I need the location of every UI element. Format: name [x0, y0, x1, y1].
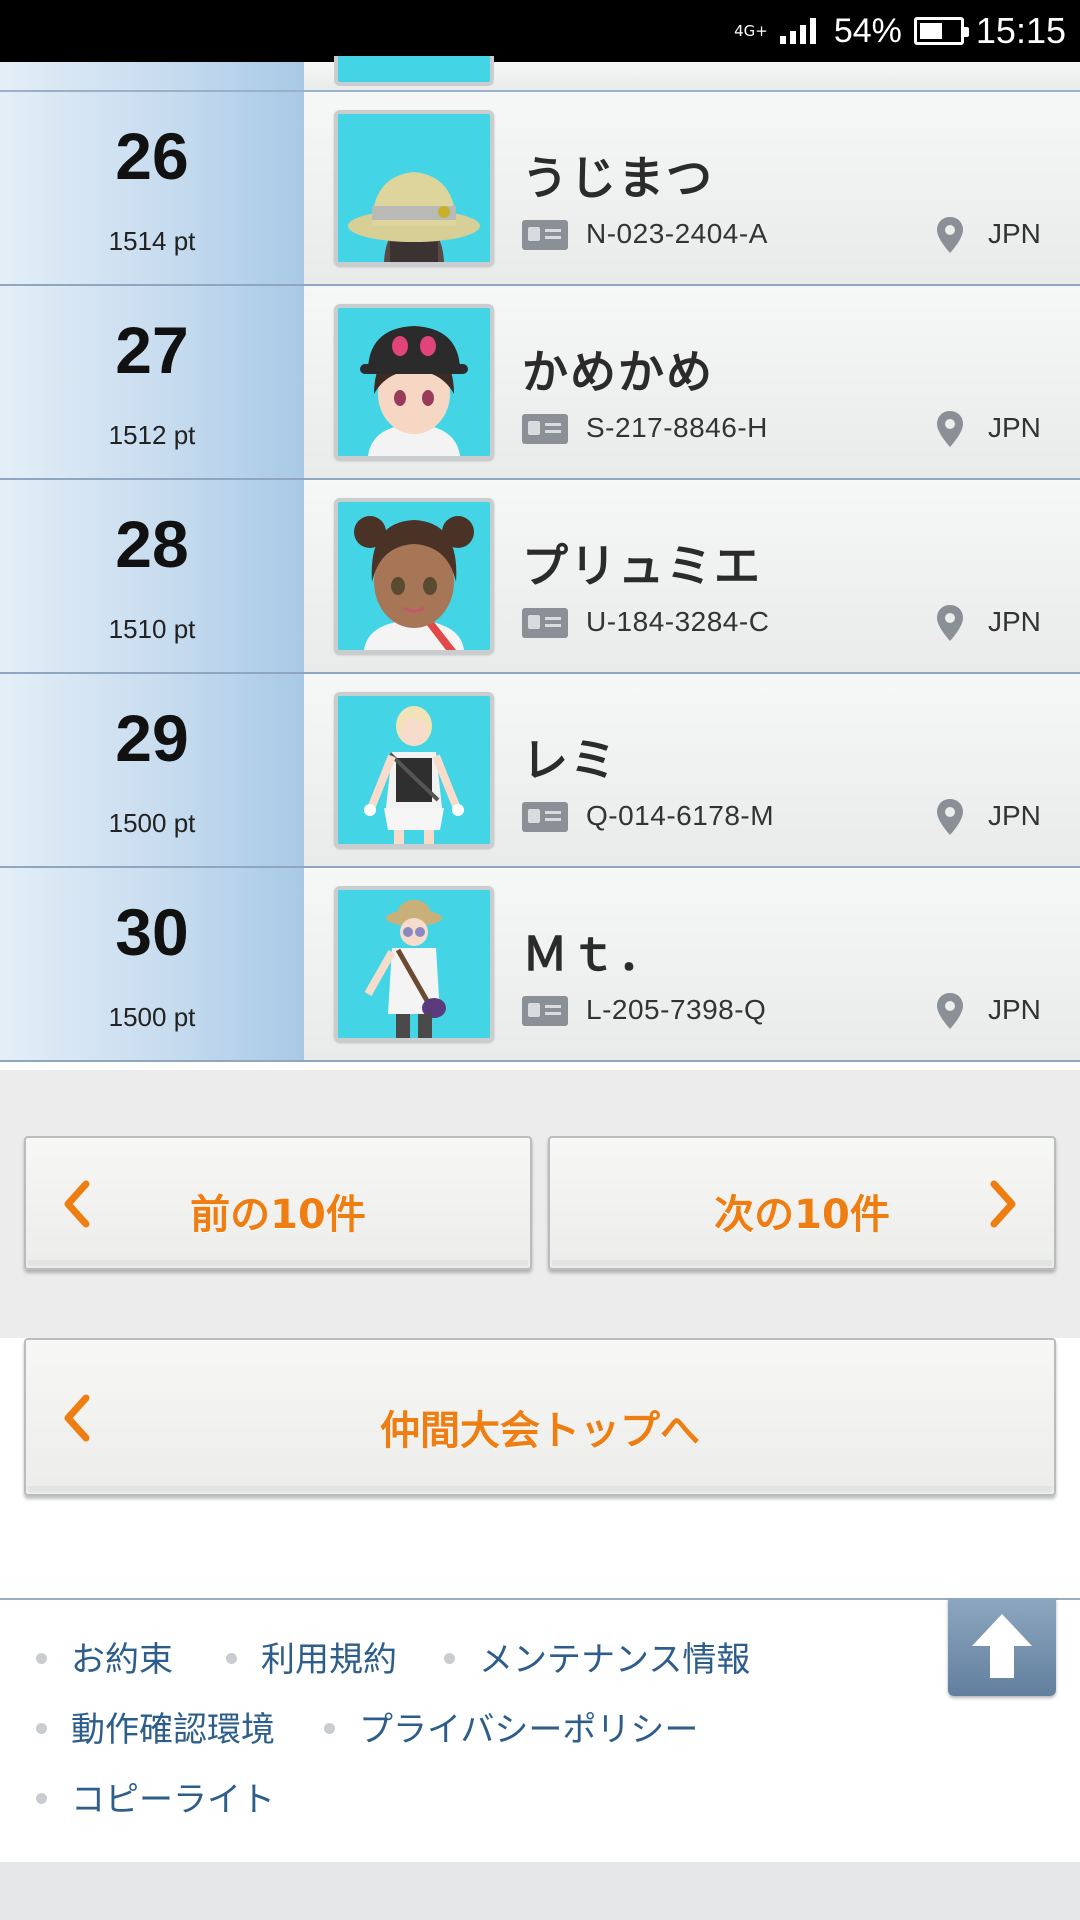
ranking-list: 26 1514 pt うじまつ N-023-2404-A JPN 27 1512… — [0, 56, 1080, 1062]
trainer-name: うじまつ — [522, 151, 714, 205]
trainer-region: JPN — [988, 606, 1041, 637]
trainer-avatar — [334, 304, 494, 460]
id-card-icon — [522, 996, 568, 1026]
rank-points: 1512 pt — [108, 420, 196, 450]
id-card-icon — [522, 608, 568, 638]
footer-divider — [0, 1598, 1080, 1600]
trainer-id: L-205-7398-Q — [586, 994, 767, 1025]
scroll-to-top-button[interactable] — [948, 1598, 1056, 1696]
next-page-label: 次の10件 — [714, 1192, 890, 1238]
rank-number: 28 — [115, 507, 189, 581]
trainer-name: Ｍｔ． — [522, 927, 666, 981]
rank-points: 1500 pt — [108, 808, 196, 838]
rank-number: 26 — [115, 119, 189, 193]
ranking-row[interactable]: 28 1510 pt プリュミエ U-184-3284-C JPN — [0, 480, 1080, 674]
trainer-name: プリュミエ — [522, 539, 762, 593]
trainer-avatar — [334, 110, 494, 266]
ranking-row[interactable]: 29 1500 pt レミ Q-014-6178-M JPN — [0, 674, 1080, 868]
footer-link-privacy[interactable]: プライバシーポリシー — [324, 1702, 698, 1751]
location-pin-icon — [937, 993, 963, 1029]
id-card-icon — [522, 220, 568, 250]
footer-link-environment[interactable]: 動作確認環境 — [36, 1702, 275, 1751]
location-pin-icon — [937, 605, 963, 641]
arrow-up-icon — [972, 1614, 1032, 1678]
id-card-icon — [522, 802, 568, 832]
footer-link-maintenance[interactable]: メンテナンス情報 — [444, 1632, 750, 1681]
rank-number: 27 — [115, 313, 189, 387]
trainer-id: S-217-8846-H — [586, 412, 768, 443]
location-pin-icon — [937, 799, 963, 835]
trainer-avatar — [334, 56, 494, 86]
rank-points: 1500 pt — [108, 1002, 196, 1032]
trainer-id: U-184-3284-C — [586, 606, 770, 637]
location-pin-icon — [937, 411, 963, 447]
trainer-name: かめかめ — [522, 345, 714, 399]
signal-icon — [779, 18, 816, 44]
location-pin-icon — [937, 217, 963, 253]
rank-number: 30 — [115, 895, 189, 969]
rank-number: 29 — [115, 701, 189, 775]
trainer-avatar — [334, 886, 494, 1042]
footer-link-promise[interactable]: お約束 — [36, 1632, 173, 1681]
trainer-region: JPN — [988, 994, 1041, 1025]
clock: 15:15 — [975, 10, 1066, 51]
trainer-avatar — [334, 498, 494, 654]
ranking-row[interactable]: 27 1512 pt かめかめ S-217-8846-H JPN — [0, 286, 1080, 480]
battery-icon — [913, 17, 969, 45]
trainer-region: JPN — [988, 800, 1041, 831]
footer-link-copyright[interactable]: コピーライト — [36, 1772, 275, 1821]
status-bar: 4G+ 54% 15:15 — [0, 0, 1080, 62]
footer-bottom-strip — [0, 1862, 1080, 1920]
ranking-row[interactable]: 26 1514 pt うじまつ N-023-2404-A JPN — [0, 92, 1080, 286]
rank-points: 1514 pt — [108, 226, 196, 256]
trainer-avatar — [334, 692, 494, 848]
ranking-row-partial — [0, 56, 1080, 92]
next-page-button[interactable]: 次の10件 — [548, 1136, 1056, 1270]
trainer-id: N-023-2404-A — [586, 218, 768, 249]
network-type: 4G+ — [734, 22, 768, 40]
trainer-name: レミ — [522, 733, 618, 787]
trainer-region: JPN — [988, 412, 1041, 443]
trainer-region: JPN — [988, 218, 1041, 249]
rank-points: 1510 pt — [108, 614, 196, 644]
ranking-row[interactable]: 30 1500 pt Ｍｔ． L-205-7398-Q JPN — [0, 868, 1080, 1062]
id-card-icon — [522, 414, 568, 444]
prev-page-button[interactable]: 前の10件 — [24, 1136, 532, 1270]
footer-link-terms[interactable]: 利用規約 — [226, 1632, 397, 1681]
battery-percent: 54% — [833, 11, 902, 50]
tournament-top-label: 仲間大会トップへ — [380, 1408, 700, 1454]
prev-page-label: 前の10件 — [190, 1192, 366, 1238]
pager: 前の10件 次の10件 — [0, 1070, 1080, 1338]
trainer-id: Q-014-6178-M — [586, 800, 775, 831]
tournament-top-button[interactable]: 仲間大会トップへ — [24, 1338, 1056, 1496]
